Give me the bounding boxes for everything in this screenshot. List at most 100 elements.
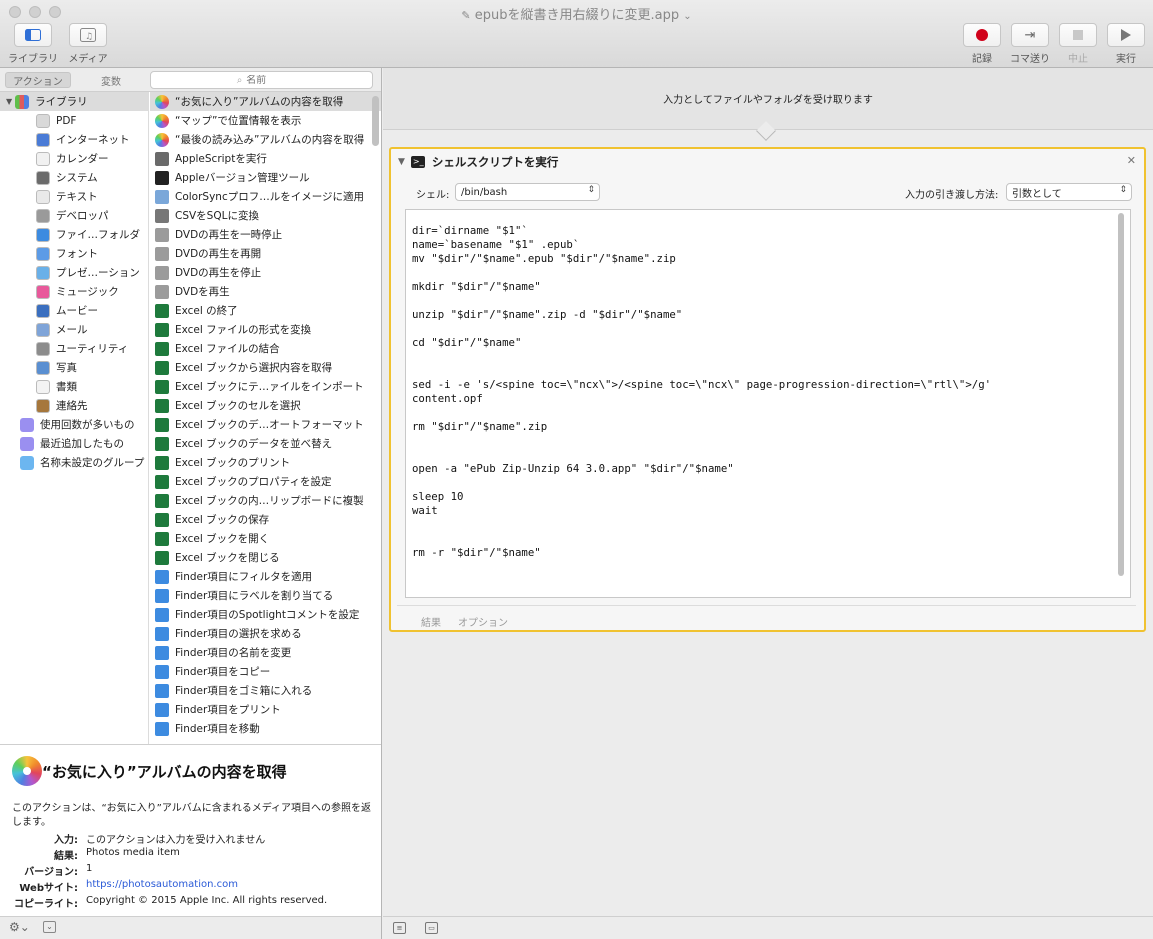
library-toggle-button[interactable]: [14, 23, 52, 47]
library-item[interactable]: インターネット: [0, 130, 148, 149]
chevron-updown-icon: ⇕: [1119, 185, 1127, 195]
action-item[interactable]: Excel ブックのプロパティを設定: [150, 472, 381, 491]
folder-icon: [20, 417, 34, 432]
action-item[interactable]: DVDの再生を停止: [150, 263, 381, 282]
library-item-label: システム: [56, 172, 98, 184]
action-item[interactable]: DVDの再生を一時停止: [150, 225, 381, 244]
title-menu-chevron-icon[interactable]: ⌄: [683, 11, 691, 22]
action-item[interactable]: Finder項目をプリント: [150, 700, 381, 719]
library-item[interactable]: 連絡先: [0, 396, 148, 415]
library-item[interactable]: システム: [0, 168, 148, 187]
action-item[interactable]: Finder項目の選択を求める: [150, 624, 381, 643]
library-item[interactable]: ユーティリティ: [0, 339, 148, 358]
action-item[interactable]: CSVをSQLに変換: [150, 206, 381, 225]
action-item[interactable]: Excel ブックのセルを選択: [150, 396, 381, 415]
action-item[interactable]: Excel ブックの保存: [150, 510, 381, 529]
tab-actions[interactable]: アクション: [5, 72, 71, 88]
website-link[interactable]: https://photosautomation.com: [86, 879, 238, 890]
action-item[interactable]: Excel ブックのデータを並べ替え: [150, 434, 381, 453]
run-button[interactable]: [1107, 23, 1145, 47]
action-item[interactable]: Excel ブックを閉じる: [150, 548, 381, 567]
action-item[interactable]: Finder項目にラベルを割り当てる: [150, 586, 381, 605]
action-item[interactable]: “マップ”で位置情報を表示: [150, 111, 381, 130]
library-item[interactable]: PDF: [0, 111, 148, 130]
action-item[interactable]: Finder項目をゴミ箱に入れる: [150, 681, 381, 700]
tab-options[interactable]: オプション: [458, 614, 508, 629]
library-item[interactable]: ムービー: [0, 301, 148, 320]
tab-variables[interactable]: 変数: [80, 72, 142, 88]
library-item[interactable]: デベロッパ: [0, 206, 148, 225]
developer-icon: [36, 208, 50, 223]
folder-icon: [20, 455, 34, 470]
log-view-icon[interactable]: ▭: [425, 922, 438, 934]
library-item[interactable]: 写真: [0, 358, 148, 377]
tab-results[interactable]: 結果: [421, 614, 441, 629]
action-item[interactable]: Excel ブックを開く: [150, 529, 381, 548]
action-item[interactable]: Finder項目をコピー: [150, 662, 381, 681]
smart-group-item[interactable]: 最近追加したもの: [0, 434, 148, 453]
library-item-label: 連絡先: [56, 400, 88, 412]
action-item[interactable]: DVDを再生: [150, 282, 381, 301]
search-field[interactable]: ⌕: [150, 71, 373, 89]
record-label: 記録: [972, 54, 992, 65]
action-item[interactable]: Finder項目のSpotlightコメントを設定: [150, 605, 381, 624]
action-item[interactable]: Excel ブックから選択内容を取得: [150, 358, 381, 377]
library-item[interactable]: テキスト: [0, 187, 148, 206]
action-item[interactable]: “お気に入り”アルバムの内容を取得: [150, 92, 381, 111]
library-item[interactable]: ミュージック: [0, 282, 148, 301]
search-input[interactable]: [246, 74, 287, 86]
action-item-label: “最後の読み込み”アルバムの内容を取得: [175, 134, 365, 146]
library-root[interactable]: ▼ ライブラリ: [0, 92, 148, 111]
action-item[interactable]: Finder項目にフィルタを適用: [150, 567, 381, 586]
library-categories: PDF インターネット カレンダーシステムテキスト デベロッパ ファイ…フォルダ フォント…: [0, 111, 148, 415]
action-item[interactable]: Excel ファイルの結合: [150, 339, 381, 358]
finder-icon: [36, 227, 50, 242]
step-button[interactable]: ⇥: [1011, 23, 1049, 47]
library-item[interactable]: プレゼ…ーション: [0, 263, 148, 282]
disclosure-open-icon[interactable]: ▼: [398, 157, 405, 167]
stop-icon: [1073, 30, 1083, 40]
library-item[interactable]: フォント: [0, 244, 148, 263]
list-view-icon[interactable]: ≡: [393, 922, 406, 934]
action-item[interactable]: Excel ブックの内…リップボードに複製: [150, 491, 381, 510]
action-item[interactable]: Appleバージョン管理ツール: [150, 168, 381, 187]
action-item[interactable]: “最後の読み込み”アルバムの内容を取得: [150, 130, 381, 149]
smart-group-item[interactable]: 使用回数が多いもの: [0, 415, 148, 434]
library-item[interactable]: カレンダー: [0, 149, 148, 168]
close-icon[interactable]: ✕: [1127, 154, 1136, 167]
library-item[interactable]: メール: [0, 320, 148, 339]
shell-script-action[interactable]: ▼ >_ シェルスクリプトを実行 ✕ シェル: /bin/bash ⇕ 入力の引…: [389, 147, 1146, 632]
script-editor[interactable]: dir=`dirname "$1"` name=`basename "$1" .…: [405, 209, 1131, 598]
action-item[interactable]: Excel ブックのプリント: [150, 453, 381, 472]
script-text[interactable]: dir=`dirname "$1"` name=`basename "$1" .…: [412, 224, 991, 560]
step-icon: ⇥: [1024, 27, 1036, 43]
media-button[interactable]: ♫: [69, 23, 107, 47]
smart-group-item[interactable]: 名称未設定のグループ: [0, 453, 148, 472]
library-item-label: メール: [56, 324, 88, 336]
script-scrollbar[interactable]: [1118, 213, 1124, 576]
action-item[interactable]: Finder項目の名前を変更: [150, 643, 381, 662]
shell-select[interactable]: /bin/bash ⇕: [455, 183, 600, 201]
finder-icon: [155, 645, 169, 660]
library-item[interactable]: 書類: [0, 377, 148, 396]
stop-button[interactable]: [1059, 23, 1097, 47]
action-item[interactable]: DVDの再生を再開: [150, 244, 381, 263]
toggle-description-icon[interactable]: ⌄: [43, 921, 56, 933]
action-item[interactable]: Finder項目を移動: [150, 719, 381, 738]
record-button[interactable]: [963, 23, 1001, 47]
folder-icon: [20, 436, 34, 451]
gear-icon[interactable]: ⚙︎⌄: [9, 920, 30, 934]
action-item[interactable]: AppleScriptを実行: [150, 149, 381, 168]
action-item-label: Excel ブックのデータを並べ替え: [175, 438, 333, 450]
action-item[interactable]: Excel ブックにテ…ァイルをインポート: [150, 377, 381, 396]
action-item[interactable]: Excel の終了: [150, 301, 381, 320]
action-item[interactable]: Excel ブックのデ…オートフォーマット: [150, 415, 381, 434]
excel-icon: [155, 512, 169, 527]
library-item[interactable]: ファイ…フォルダ: [0, 225, 148, 244]
action-item-label: Excel ブックのプリント: [175, 457, 291, 469]
action-item[interactable]: ColorSyncプロフ…ルをイメージに適用: [150, 187, 381, 206]
actions-scrollbar[interactable]: [372, 96, 379, 146]
pass-input-select[interactable]: 引数として ⇕: [1006, 183, 1132, 201]
action-item[interactable]: Excel ファイルの形式を変換: [150, 320, 381, 339]
action-title: シェルスクリプトを実行: [431, 155, 559, 169]
